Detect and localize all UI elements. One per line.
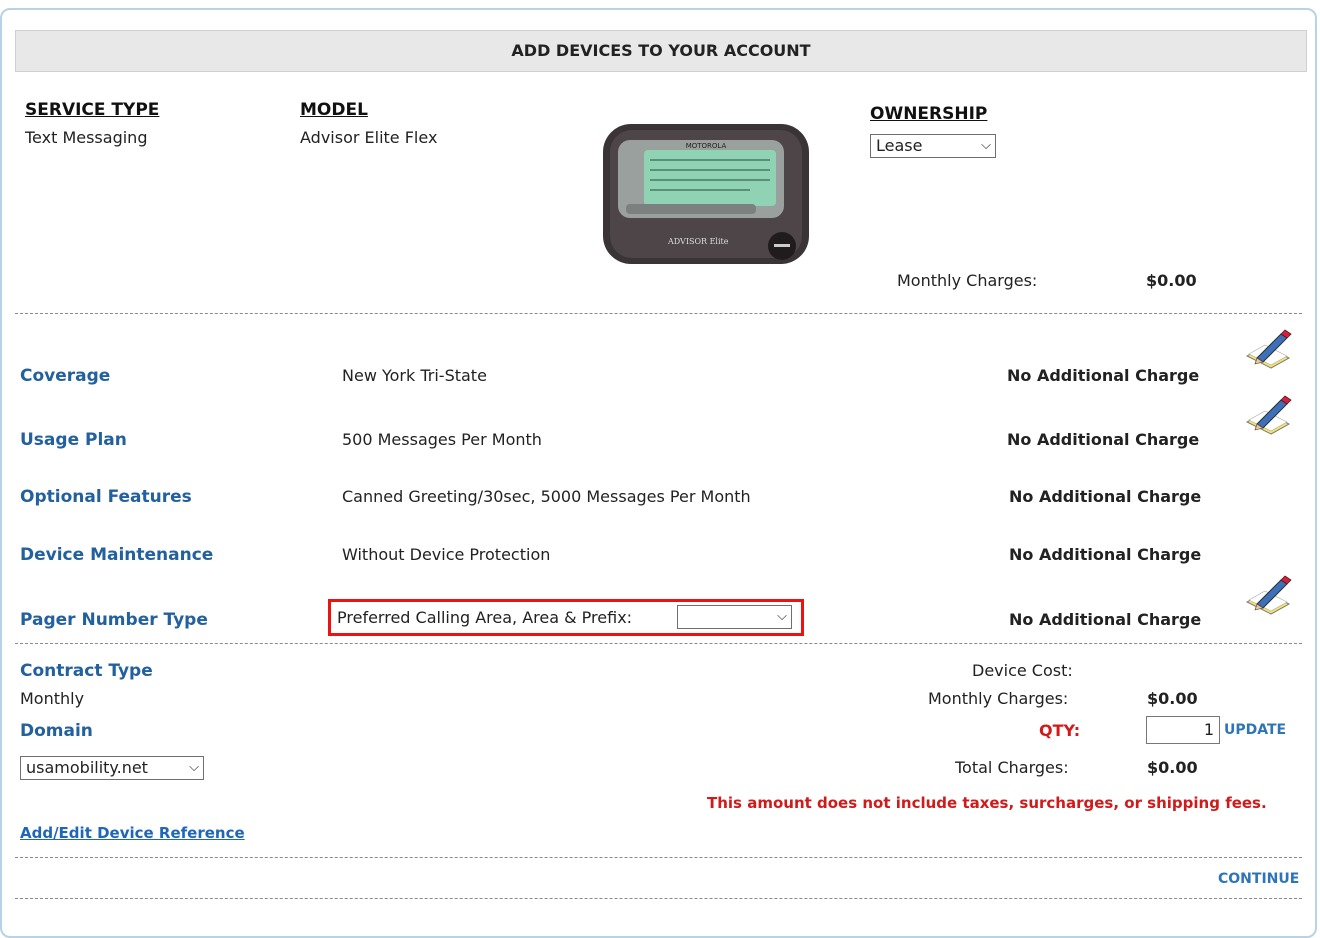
divider	[15, 898, 1302, 899]
total-charges-label: Total Charges:	[955, 758, 1069, 777]
edit-pencil-icon[interactable]	[1243, 328, 1293, 370]
optional-features-label[interactable]: Optional Features	[20, 487, 192, 507]
continue-button[interactable]: CONTINUE	[1218, 871, 1299, 887]
area-prefix-select[interactable]: ⌵	[677, 605, 792, 629]
total-charges-value: $0.00	[1147, 758, 1198, 777]
chevron-down-icon: ⌵	[981, 138, 991, 153]
optional-features-charge: No Additional Charge	[1009, 487, 1202, 506]
coverage-charge: No Additional Charge	[1007, 366, 1200, 385]
service-type-heading: SERVICE TYPE	[25, 100, 160, 120]
divider	[15, 313, 1302, 314]
device-maintenance-label[interactable]: Device Maintenance	[20, 545, 213, 565]
qty-input[interactable]: 1	[1146, 716, 1220, 744]
pager-number-type-value: Preferred Calling Area, Area & Prefix:	[337, 608, 633, 627]
pager-number-type-label[interactable]: Pager Number Type	[20, 610, 208, 630]
device-cost-label: Device Cost:	[972, 661, 1073, 680]
model-heading: MODEL	[300, 100, 368, 120]
divider	[15, 643, 1302, 644]
monthly-charges-total-value: $0.00	[1147, 689, 1198, 708]
optional-features-value: Canned Greeting/30sec, 5000 Messages Per…	[342, 487, 751, 506]
coverage-label[interactable]: Coverage	[20, 366, 110, 386]
edit-pencil-icon[interactable]	[1243, 574, 1293, 616]
contract-type-label: Contract Type	[20, 661, 153, 681]
qty-label: QTY:	[1039, 721, 1081, 740]
chevron-down-icon: ⌵	[189, 760, 199, 775]
add-edit-device-reference-link[interactable]: Add/Edit Device Reference	[20, 824, 245, 842]
contract-type-value: Monthly	[20, 689, 85, 708]
disclaimer-text: This amount does not include taxes, surc…	[707, 794, 1267, 812]
usage-plan-charge: No Additional Charge	[1007, 430, 1200, 449]
monthly-charges-value: $0.00	[1146, 271, 1197, 290]
device-maintenance-value: Without Device Protection	[342, 545, 551, 564]
update-button[interactable]: UPDATE	[1224, 722, 1286, 738]
device-maintenance-charge: No Additional Charge	[1009, 545, 1202, 564]
pager-name: ADVISOR Elite	[667, 237, 729, 246]
domain-selected-value: usamobility.net	[26, 758, 148, 777]
pager-device-image: MOTOROLA ADVISOR Elite	[603, 124, 809, 264]
domain-label: Domain	[20, 721, 93, 741]
chevron-down-icon: ⌵	[777, 609, 787, 624]
page-title: ADD DEVICES TO YOUR ACCOUNT	[15, 30, 1307, 72]
edit-pencil-icon[interactable]	[1243, 394, 1293, 436]
domain-select[interactable]: usamobility.net ⌵	[20, 756, 204, 780]
ownership-heading: OWNERSHIP	[870, 104, 988, 124]
monthly-charges-total-label: Monthly Charges:	[928, 689, 1069, 708]
coverage-value: New York Tri-State	[342, 366, 487, 385]
usage-plan-label[interactable]: Usage Plan	[20, 430, 127, 450]
model-value: Advisor Elite Flex	[300, 128, 438, 147]
pager-number-type-charge: No Additional Charge	[1009, 610, 1202, 629]
pager-brand: MOTOROLA	[686, 142, 727, 150]
divider	[15, 857, 1302, 858]
ownership-selected-value: Lease	[876, 136, 923, 155]
ownership-select[interactable]: Lease ⌵	[870, 134, 996, 158]
service-type-value: Text Messaging	[25, 128, 148, 147]
usage-plan-value: 500 Messages Per Month	[342, 430, 542, 449]
monthly-charges-label: Monthly Charges:	[897, 271, 1038, 290]
